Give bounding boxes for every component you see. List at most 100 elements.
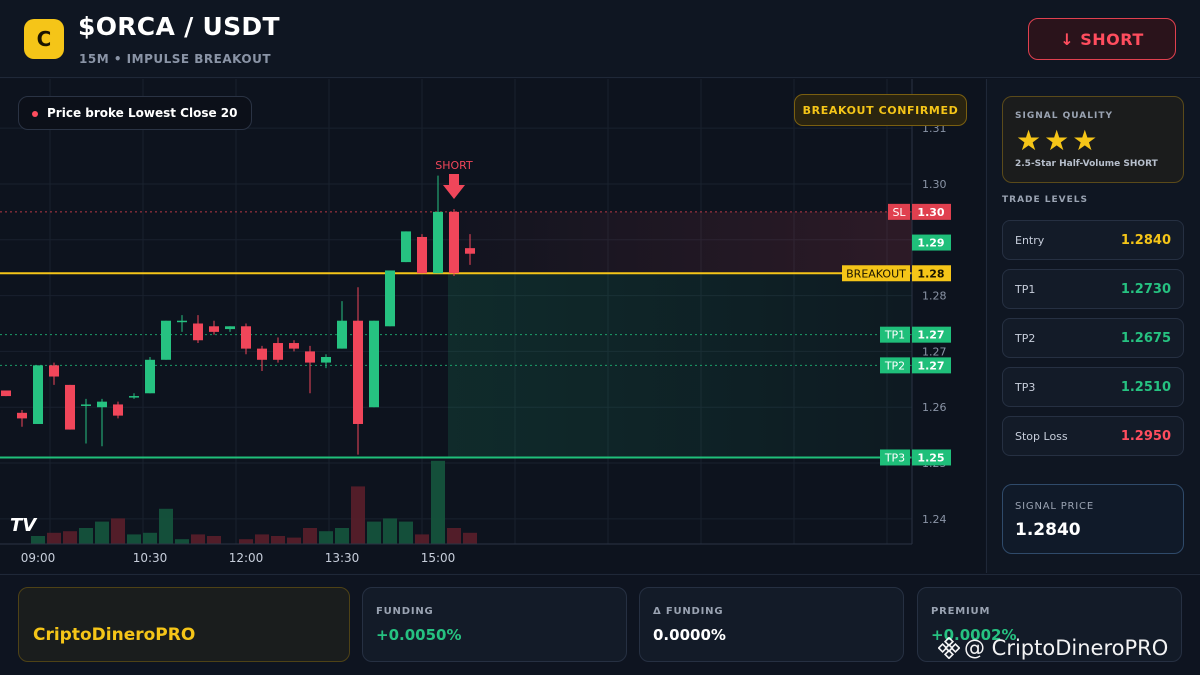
volume-bar	[351, 486, 365, 544]
signal-price-label: SIGNAL PRICE	[1015, 501, 1094, 512]
candle-body	[177, 320, 187, 323]
signal-quality-card: SIGNAL QUALITY ★★★ 2.5-Star Half-Volume …	[1002, 96, 1184, 183]
price-tick-label: 1.30	[922, 178, 947, 191]
signal-price-card: SIGNAL PRICE 1.2840	[1002, 484, 1184, 554]
candle-body	[337, 320, 347, 349]
level-key: Entry	[1015, 234, 1045, 247]
lowest-close-badge: Price broke Lowest Close 20	[18, 96, 253, 130]
level-tp1: TP1 1.2730	[1002, 269, 1184, 309]
volume-bar	[239, 539, 253, 544]
watermark: @ CriptoDineroPRO	[938, 636, 1168, 660]
delta-funding-card: Δ FUNDING 0.0000%	[639, 587, 904, 662]
delta-funding-label: Δ FUNDING	[653, 606, 724, 617]
price-axis-bg	[912, 79, 985, 573]
level-value-label: 1.25	[917, 451, 944, 464]
funding-label: FUNDING	[376, 606, 434, 617]
candle-body	[145, 359, 155, 394]
short-arrow-icon	[443, 174, 465, 199]
volume-bar	[79, 528, 93, 544]
volume-bar	[175, 539, 189, 544]
level-tag-label: BREAKOUT	[846, 267, 906, 280]
volume-bar	[31, 536, 45, 544]
level-key: TP3	[1015, 381, 1036, 394]
candle-body	[353, 320, 363, 424]
candle-body	[289, 343, 299, 349]
time-tick-label: 13:30	[325, 551, 360, 565]
level-tp3: TP3 1.2510	[1002, 367, 1184, 407]
level-value: 1.2510	[1120, 380, 1171, 395]
candle-body	[113, 404, 123, 416]
candle-body	[273, 343, 283, 360]
funding-value: +0.0050%	[376, 626, 462, 644]
level-value-label: 1.29	[917, 237, 944, 250]
timeframe-subtitle: 15M • IMPULSE BREAKOUT	[79, 52, 272, 66]
volume-bar	[335, 528, 349, 544]
candle-body	[65, 384, 75, 430]
short-button[interactable]: ↓ SHORT	[1028, 18, 1176, 60]
level-tp2: TP2 1.2675	[1002, 318, 1184, 358]
volume-bar	[463, 532, 477, 544]
volume-bar	[143, 532, 157, 544]
time-tick-label: 10:30	[133, 551, 168, 565]
tradingview-logo: TV	[10, 515, 37, 536]
level-value-label: 1.27	[917, 359, 944, 372]
signal-quality-label: SIGNAL QUALITY	[1015, 111, 1113, 121]
volume-bar	[383, 518, 397, 544]
price-tick-label: 1.27	[922, 345, 947, 358]
level-tag-label: SL	[892, 206, 906, 219]
level-value: 1.2675	[1120, 331, 1171, 346]
volume-bar	[159, 508, 173, 544]
candle-body	[433, 211, 443, 274]
volume-bar	[399, 521, 413, 544]
time-tick-label: 12:00	[229, 551, 264, 565]
short-marker-label: SHORT	[435, 159, 473, 172]
level-value: 1.2950	[1120, 429, 1171, 444]
level-tag-label: TP3	[884, 451, 905, 464]
breakout-confirmed-badge: BREAKOUT CONFIRMED	[794, 94, 967, 126]
time-tick-label: 15:00	[421, 551, 456, 565]
time-tick-label: 09:00	[21, 551, 56, 565]
candle-body	[305, 351, 315, 363]
candle-body	[417, 236, 427, 274]
price-chart[interactable]: SHORT1.311.301.291.281.271.261.251.24SL1…	[0, 79, 985, 573]
level-value: 1.2840	[1120, 233, 1171, 248]
volume-bar	[47, 532, 61, 544]
binance-icon	[938, 637, 960, 659]
level-stop-loss: Stop Loss 1.2950	[1002, 416, 1184, 456]
pair-title: $ORCA / USDT	[78, 12, 280, 41]
volume-bar	[415, 534, 429, 544]
coin-logo: C	[24, 19, 64, 59]
trade-levels-heading: TRADE LEVELS	[1002, 195, 1088, 205]
level-tag-label: TP2	[884, 359, 905, 372]
level-value: 1.2730	[1120, 282, 1171, 297]
candle-body	[449, 211, 459, 274]
risk-zone	[448, 211, 912, 274]
brand-name: CriptoDineroPRO	[33, 625, 196, 645]
level-entry: Entry 1.2840	[1002, 220, 1184, 260]
volume-bar	[431, 460, 445, 544]
alert-dot-icon	[32, 111, 38, 117]
candle-body	[17, 412, 27, 419]
watermark-text: @ CriptoDineroPRO	[964, 636, 1169, 660]
funding-card: FUNDING +0.0050%	[362, 587, 627, 662]
candle-body	[81, 404, 91, 406]
signal-price-value: 1.2840	[1015, 520, 1081, 540]
candle-body	[401, 231, 411, 263]
candle-body	[241, 326, 251, 349]
star-rating-icon: ★★★	[1016, 124, 1101, 157]
candle-body	[97, 401, 107, 408]
candle-body	[129, 396, 139, 398]
header-bar: C $ORCA / USDT 15M • IMPULSE BREAKOUT ↓ …	[0, 0, 1200, 78]
volume-bar	[271, 536, 285, 544]
price-tick-label: 1.24	[922, 513, 947, 526]
delta-funding-value: 0.0000%	[653, 626, 726, 644]
volume-bar	[255, 534, 269, 544]
volume-bar	[367, 521, 381, 544]
level-tag-label: TP1	[884, 329, 905, 342]
brand-card: CriptoDineroPRO	[18, 587, 350, 662]
volume-bar	[63, 531, 77, 544]
volume-bar	[207, 536, 221, 544]
level-key: TP1	[1015, 283, 1036, 296]
lowest-close-text: Price broke Lowest Close 20	[47, 106, 238, 120]
candlestick-chart[interactable]: SHORT1.311.301.291.281.271.261.251.24SL1…	[0, 79, 985, 573]
